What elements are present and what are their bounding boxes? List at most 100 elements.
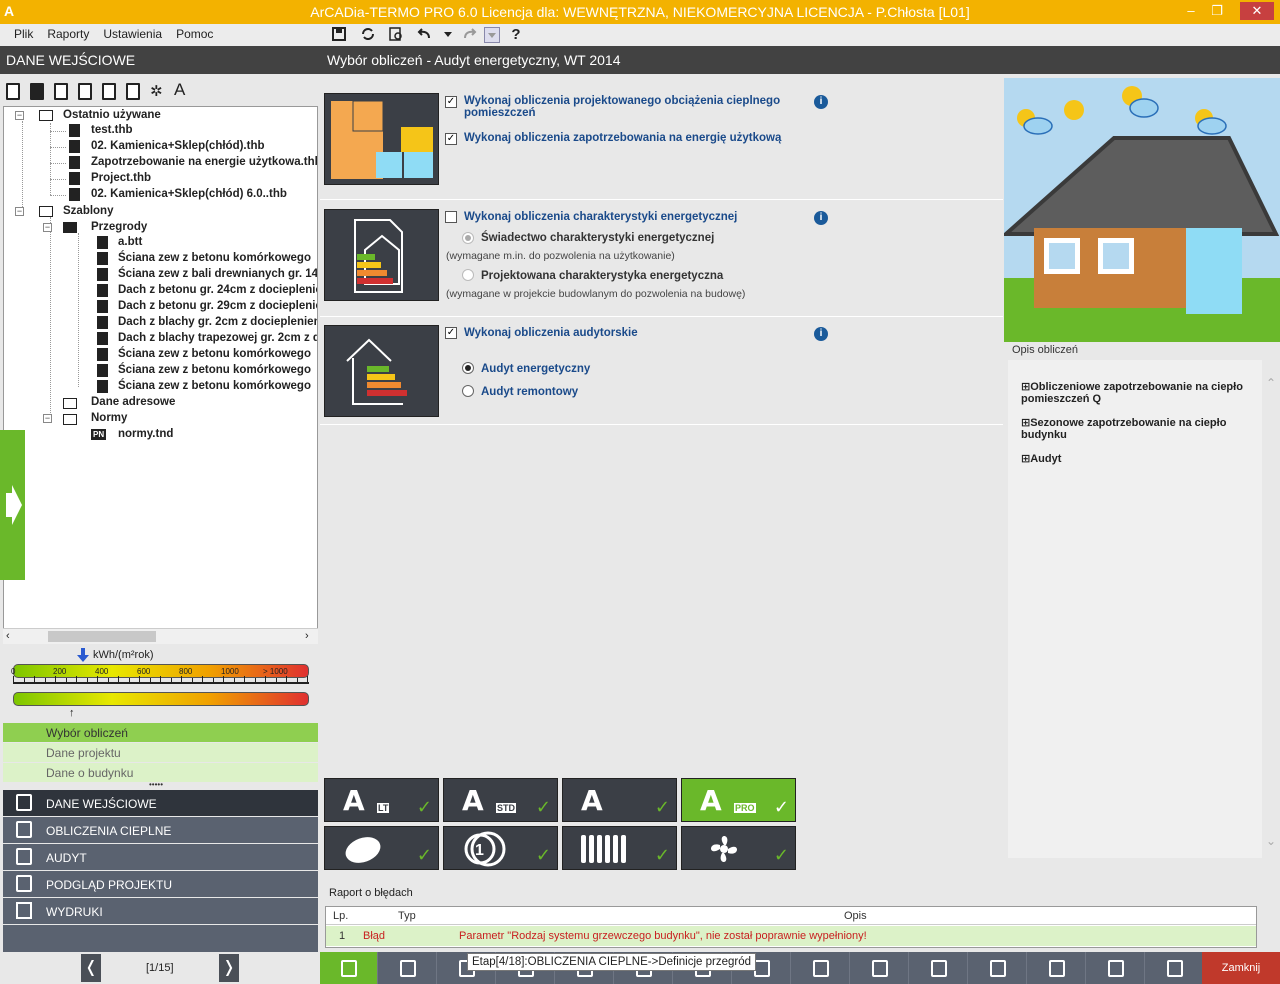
description-item[interactable]: ⊞Sezonowe zapotrzebowanie na ciepło budy… <box>1021 416 1251 441</box>
radio-projektowana[interactable] <box>462 269 474 281</box>
help-icon[interactable]: ? <box>508 27 524 43</box>
tree-node-address[interactable]: Dane adresowe <box>91 396 175 408</box>
stage-button-15[interactable] <box>1146 952 1204 984</box>
tree-node-partition[interactable]: Ściana zew z betonu komórkowego <box>118 364 311 376</box>
nav-wydruki[interactable]: WYDRUKI <box>3 898 318 924</box>
import-icon[interactable] <box>102 83 116 100</box>
tree-node-file[interactable]: 02. Kamienica+Sklep(chłód).thb <box>91 140 265 152</box>
tree-node-partition[interactable]: a.btt <box>118 236 142 248</box>
module-std[interactable]: A STD ✓ <box>443 778 558 822</box>
module-fan-icon[interactable]: ✓ <box>681 826 796 870</box>
minimize-button[interactable]: – <box>1180 2 1202 20</box>
tree-horizontal-scrollbar[interactable]: ‹ › <box>3 628 318 644</box>
nav-podglad-projektu[interactable]: PODGLĄD PROJEKTU <box>3 871 318 897</box>
checkbox-audyt[interactable]: ✓ <box>445 327 457 339</box>
scroll-down-icon[interactable]: ⌄ <box>1266 834 1276 848</box>
step-wybor-obliczen[interactable]: Wybór obliczeń <box>3 723 318 742</box>
module-radiator-icon[interactable]: ✓ <box>562 826 677 870</box>
tree-node-recent[interactable]: Ostatnio używane <box>63 109 161 121</box>
save-icon[interactable] <box>331 27 347 43</box>
refresh-icon[interactable] <box>360 27 376 43</box>
stage-button-13[interactable] <box>1028 952 1086 984</box>
close-button[interactable]: Zamknij <box>1202 952 1280 984</box>
nav-dane-wejsciowe[interactable]: DANE WEJŚCIOWE <box>3 790 318 816</box>
steps-more-icon[interactable]: ••••• <box>149 780 163 789</box>
checkbox-charakterystyka[interactable] <box>445 211 457 223</box>
restore-button[interactable]: ❐ <box>1206 2 1228 20</box>
checkbox-obciazenie[interactable]: ✓ <box>445 96 457 108</box>
tree-node-norm-file[interactable]: normy.tnd <box>118 428 173 440</box>
menu-raporty[interactable]: Raporty <box>33 24 89 41</box>
description-item[interactable]: ⊞Audyt <box>1021 452 1251 465</box>
info-icon[interactable]: i <box>814 211 828 225</box>
preview-icon[interactable] <box>388 27 404 43</box>
expand-panel-arrow-icon[interactable] <box>0 430 25 580</box>
tree-node-templates[interactable]: Szablony <box>63 205 113 217</box>
expand-toggle[interactable]: − <box>15 207 24 216</box>
undo-icon[interactable] <box>416 27 432 43</box>
expand-plus-icon[interactable]: ⊞ <box>1021 453 1030 465</box>
scroll-up-icon[interactable]: ⌃ <box>1266 376 1276 390</box>
step-dane-projektu[interactable]: Dane projektu <box>3 743 318 762</box>
expand-plus-icon[interactable]: ⊞ <box>1021 417 1030 429</box>
radio-swiadectwo[interactable] <box>462 232 474 244</box>
tree-node-partition[interactable]: Dach z betonu gr. 29cm z docieplenie <box>118 300 317 312</box>
stage-button-12[interactable] <box>969 952 1027 984</box>
description-item[interactable]: ⊞Obliczeniowe zapotrzebowanie na ciepło … <box>1021 380 1251 405</box>
copy-icon[interactable] <box>126 83 140 100</box>
font-icon[interactable]: A <box>174 80 185 100</box>
stage-button-1[interactable] <box>320 952 378 984</box>
tree-node-partition[interactable]: Ściana zew z betonu komórkowego <box>118 380 311 392</box>
new-file-icon[interactable] <box>6 83 20 100</box>
close-window-button[interactable]: ✕ <box>1240 2 1274 20</box>
module-base[interactable]: A ✓ <box>562 778 677 822</box>
col-lp[interactable]: Lp. <box>333 910 348 922</box>
redo-dropdown-icon[interactable] <box>484 27 500 43</box>
tree-node-partition[interactable]: Dach z blachy gr. 2cm z dociepleniem <box>118 316 317 328</box>
stage-button-14[interactable] <box>1087 952 1145 984</box>
scroll-left-icon[interactable]: ‹ <box>6 630 10 642</box>
checkbox-energia-uzytkowa[interactable]: ✓ <box>445 133 457 145</box>
save-file-icon[interactable] <box>54 83 68 100</box>
tree-node-file[interactable]: Zapotrzebowanie na energie użytkowa.thb <box>91 156 317 168</box>
col-typ[interactable]: Typ <box>398 910 416 922</box>
module-pro[interactable]: A PRO ✓ <box>681 778 796 822</box>
col-opis[interactable]: Opis <box>844 910 867 922</box>
tree-node-partition[interactable]: Ściana zew z bali drewnianych gr. 14 <box>118 268 317 280</box>
new-template-icon[interactable] <box>30 83 44 100</box>
info-icon[interactable]: i <box>814 95 828 109</box>
module-meter-icon[interactable]: 1 ✓ <box>443 826 558 870</box>
tree-node-partition[interactable]: Dach z betonu gr. 24cm z docieplenie <box>118 284 317 296</box>
stage-button-10[interactable] <box>851 952 909 984</box>
table-row[interactable]: 1 Błąd Parametr "Rodzaj systemu grzewcze… <box>326 926 1256 946</box>
nav-audyt[interactable]: AUDYT <box>3 844 318 870</box>
radio-audyt-remontowy[interactable] <box>462 385 474 397</box>
tree-node-partition[interactable]: Ściana zew z betonu komórkowego <box>118 252 311 264</box>
nav-obliczenia-cieplne[interactable]: OBLICZENIA CIEPLNE <box>3 817 318 843</box>
expand-toggle[interactable]: − <box>43 414 52 423</box>
stage-button-11[interactable] <box>910 952 968 984</box>
menu-ustawienia[interactable]: Ustawienia <box>89 24 162 41</box>
menu-plik[interactable]: Plik <box>0 24 33 41</box>
tree-node-partitions[interactable]: Przegrody <box>91 221 147 233</box>
tree-node-norms[interactable]: Normy <box>91 412 127 424</box>
expand-toggle[interactable]: − <box>15 111 24 120</box>
stage-button-2[interactable] <box>379 952 437 984</box>
module-leaf-icon[interactable]: ✓ <box>324 826 439 870</box>
prev-page-button[interactable]: ❬ <box>81 954 101 982</box>
tree-node-partition[interactable]: Ściana zew z betonu komórkowego <box>118 348 311 360</box>
menu-pomoc[interactable]: Pomoc <box>162 24 213 41</box>
settings-icon[interactable]: ✲ <box>150 82 163 100</box>
description-scrollbar[interactable]: ⌃ ⌄ <box>1262 360 1280 858</box>
tree-node-partition[interactable]: Dach z blachy trapezowej gr. 2cm z d <box>118 332 317 344</box>
scroll-right-icon[interactable]: › <box>305 630 309 642</box>
module-lt[interactable]: A LT ✓ <box>324 778 439 822</box>
info-icon[interactable]: i <box>814 327 828 341</box>
tree-node-file[interactable]: test.thb <box>91 124 133 136</box>
radio-audyt-energetyczny[interactable] <box>462 362 474 374</box>
export-icon[interactable] <box>78 83 92 100</box>
next-page-button[interactable]: ❭ <box>219 954 239 982</box>
expand-plus-icon[interactable]: ⊞ <box>1021 381 1030 393</box>
tree-node-file[interactable]: 02. Kamienica+Sklep(chłód) 6.0..thb <box>91 188 287 200</box>
tree-node-file[interactable]: Project.thb <box>91 172 151 184</box>
